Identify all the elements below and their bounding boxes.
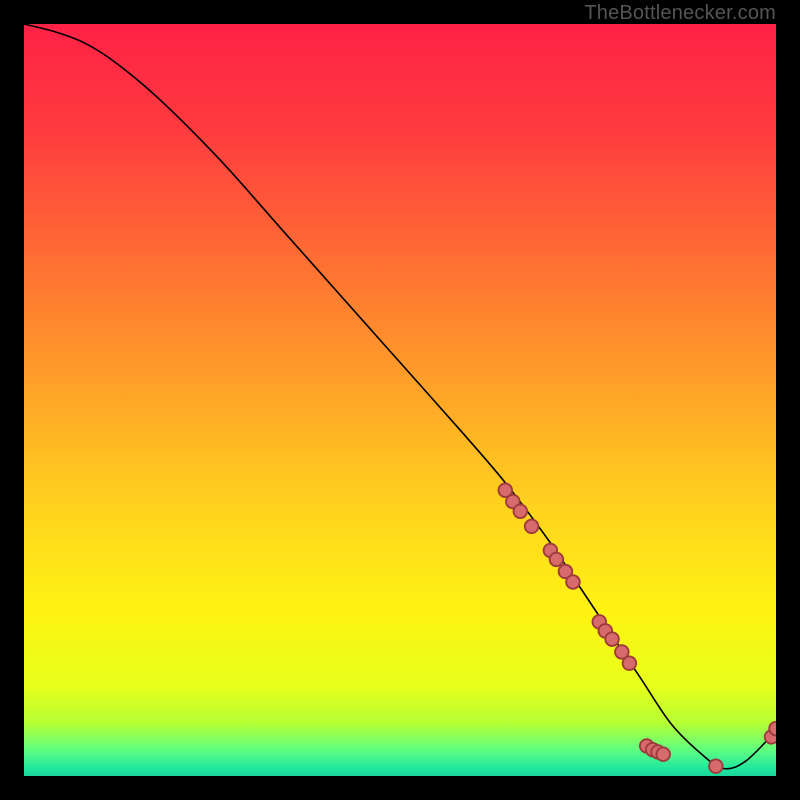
highlight-marker <box>769 722 776 736</box>
highlight-marker <box>623 656 637 670</box>
highlight-marker <box>550 553 564 567</box>
bottleneck-curve-line <box>24 24 776 769</box>
highlight-marker <box>656 747 670 761</box>
highlight-marker <box>566 575 580 589</box>
attribution-label: TheBottlenecker.com <box>584 2 776 25</box>
highlight-marker <box>605 632 619 646</box>
plot-area <box>24 24 776 776</box>
highlight-markers <box>499 483 776 773</box>
highlight-marker <box>709 759 723 773</box>
curve-overlay <box>24 24 776 776</box>
chart-stage: TheBottlenecker.com <box>0 0 800 800</box>
highlight-marker <box>525 520 539 534</box>
highlight-marker <box>514 505 528 519</box>
